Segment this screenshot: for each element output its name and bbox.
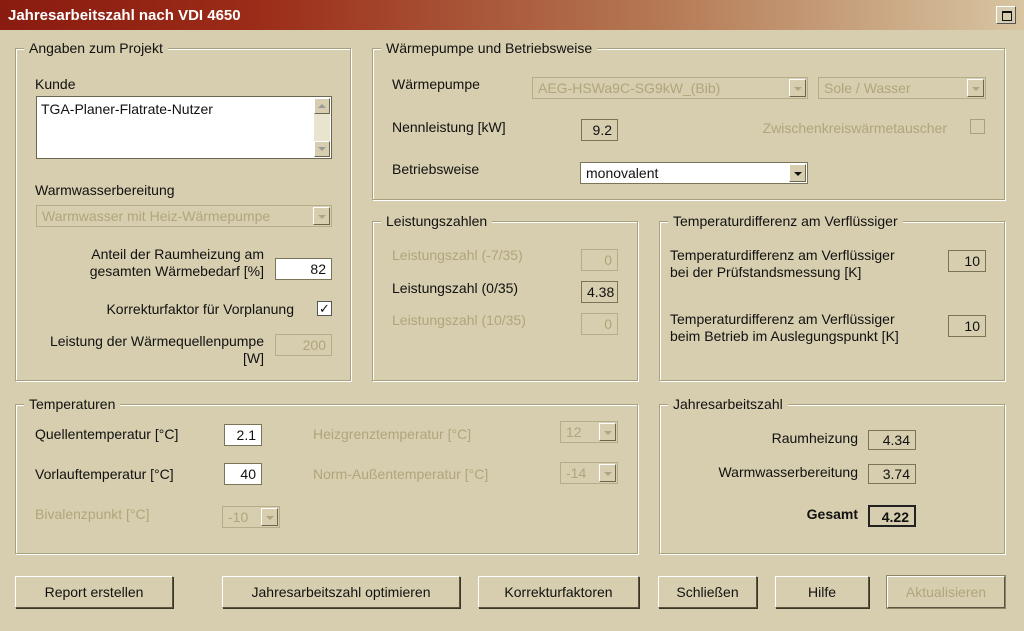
chevron-down-icon[interactable] (599, 423, 616, 441)
gesamt-value: 4.22 (868, 505, 916, 527)
group-waermepumpe: Wärmepumpe und Betriebsweise Wärmepumpe … (372, 39, 1005, 200)
anteil-label-2: gesamten Wärmebedarf [%] (89, 263, 264, 279)
schliessen-button[interactable]: Schließen (658, 576, 757, 608)
chevron-down-icon[interactable] (789, 79, 806, 97)
korrektur-checkbox[interactable]: ✓ (317, 301, 332, 316)
aktualisieren-button[interactable]: Aktualisieren (887, 576, 1005, 608)
tempdiff-betrieb-value: 10 (948, 315, 986, 337)
warmwasser-value: Warmwasser mit Heiz-Wärmepumpe (42, 208, 271, 224)
betriebsweise-label: Betriebsweise (392, 161, 480, 177)
chevron-down-icon[interactable] (599, 464, 616, 482)
leistungszahl-10-value: 0 (581, 313, 618, 335)
waermequelle-value: Sole / Wasser (824, 80, 911, 96)
leistungszahl-10-label: Leistungszahl (10/35) (392, 312, 526, 328)
group-temperaturen-legend: Temperaturen (24, 395, 121, 413)
group-tempdiff: Temperaturdifferenz am Verflüssiger Temp… (659, 212, 1005, 381)
waermepumpe-select[interactable]: AEG-HSWa9C-SG9kW_(Bib) (532, 77, 808, 99)
leistungszahl-0-value: 4.38 (581, 281, 618, 303)
pumpe-input[interactable]: 200 (275, 334, 332, 356)
group-projekt: Angaben zum Projekt Kunde TGA-Planer-Fla… (15, 39, 351, 381)
korrektur-label: Korrekturfaktor für Vorplanung (106, 301, 294, 317)
report-erstellen-button[interactable]: Report erstellen (15, 576, 173, 608)
korrekturfaktoren-button[interactable]: Korrekturfaktoren (478, 576, 639, 608)
jaz-optimieren-button[interactable]: Jahresarbeitszahl optimieren (222, 576, 460, 608)
waermequelle-select[interactable]: Sole / Wasser (818, 77, 986, 99)
raumheizung-value: 4.34 (868, 430, 916, 450)
group-waermepumpe-legend: Wärmepumpe und Betriebsweise (381, 39, 598, 57)
tempdiff-betrieb-label-1: Temperaturdifferenz am Verflüssiger (670, 311, 895, 327)
heizgrenztemperatur-value: 12 (566, 424, 582, 440)
anteil-input[interactable]: 82 (275, 258, 332, 280)
kunde-textarea[interactable]: TGA-Planer-Flatrate-Nutzer (36, 96, 332, 159)
group-jahresarbeitszahl: Jahresarbeitszahl Raumheizung 4.34 Warmw… (659, 395, 1005, 554)
group-temperaturen: Temperaturen Quellentemperatur [°C] 2.1 … (15, 395, 638, 554)
chevron-down-icon[interactable] (261, 508, 278, 526)
warmwasserbereitung-jaz-value: 3.74 (868, 464, 916, 484)
tempdiff-betrieb-label-2: beim Betrieb im Auslegungspunkt [K] (670, 328, 899, 344)
waermepumpe-value: AEG-HSWa9C-SG9kW_(Bib) (538, 80, 721, 96)
heizgrenztemperatur-label: Heizgrenztemperatur [°C] (313, 426, 472, 442)
normaussentemperatur-value: -14 (566, 465, 587, 481)
window-title: Jahresarbeitszahl nach VDI 4650 (8, 7, 241, 24)
normaussentemperatur-label: Norm-Außentemperatur [°C] (313, 466, 489, 482)
zwischenkreis-label: Zwischenkreiswärmetauscher (762, 120, 947, 136)
group-jahresarbeitszahl-legend: Jahresarbeitszahl (668, 395, 788, 413)
bivalenzpunkt-value: -10 (228, 509, 249, 525)
group-leistungszahlen: Leistungszahlen Leistungszahl (-7/35) 0 … (372, 212, 638, 381)
bivalenzpunkt-select[interactable]: -10 (222, 506, 280, 528)
nennleistung-label: Nennleistung [kW] (392, 119, 506, 135)
kunde-scrollbar[interactable] (314, 98, 330, 157)
warmwasser-label: Warmwasserbereitung (35, 182, 175, 198)
waermepumpe-label: Wärmepumpe (392, 76, 480, 92)
bivalenzpunkt-label: Bivalenzpunkt [°C] (35, 506, 150, 522)
anteil-label-1: Anteil der Raumheizung am (91, 246, 264, 262)
tempdiff-pruef-value: 10 (948, 250, 986, 272)
zwischenkreis-checkbox[interactable] (970, 119, 985, 134)
vorlauftemperatur-label: Vorlauftemperatur [°C] (35, 466, 174, 482)
tempdiff-pruef-label-1: Temperaturdifferenz am Verflüssiger (670, 247, 895, 263)
kunde-value: TGA-Planer-Flatrate-Nutzer (41, 101, 213, 117)
warmwasserbereitung-jaz-label: Warmwasserbereitung (718, 464, 858, 480)
normaussentemperatur-select[interactable]: -14 (560, 462, 618, 484)
leistungszahl-0-label: Leistungszahl (0/35) (392, 280, 519, 296)
scroll-up-icon[interactable] (314, 98, 330, 114)
betriebsweise-select[interactable]: monovalent (580, 162, 808, 184)
group-tempdiff-legend: Temperaturdifferenz am Verflüssiger (668, 212, 903, 230)
heizgrenztemperatur-select[interactable]: 12 (560, 421, 618, 443)
quelltemperatur-label: Quellentemperatur [°C] (35, 426, 179, 442)
nennleistung-value: 9.2 (581, 119, 618, 141)
pumpe-label-2: [W] (243, 350, 264, 366)
chevron-down-icon[interactable] (789, 164, 806, 182)
chevron-down-icon[interactable] (967, 79, 984, 97)
group-leistungszahlen-legend: Leistungszahlen (381, 212, 493, 230)
tempdiff-pruef-label-2: bei der Prüfstandsmessung [K] (670, 264, 862, 280)
kunde-label: Kunde (35, 76, 76, 92)
scroll-down-icon[interactable] (314, 141, 330, 157)
vorlauftemperatur-input[interactable]: 40 (224, 463, 262, 485)
leistungszahl-m7-label: Leistungszahl (-7/35) (392, 247, 523, 263)
raumheizung-label: Raumheizung (771, 430, 858, 446)
dialog-window: Jahresarbeitszahl nach VDI 4650 Angaben … (0, 0, 1024, 631)
title-bar: Jahresarbeitszahl nach VDI 4650 (0, 0, 1024, 30)
hilfe-button[interactable]: Hilfe (775, 576, 869, 608)
chevron-down-icon[interactable] (313, 207, 330, 225)
restore-window-icon[interactable] (996, 6, 1016, 24)
gesamt-label: Gesamt (806, 506, 858, 522)
pumpe-label-1: Leistung der Wärmequellenpumpe (49, 333, 264, 349)
warmwasser-select[interactable]: Warmwasser mit Heiz-Wärmepumpe (36, 205, 332, 227)
betriebsweise-value: monovalent (586, 165, 659, 181)
group-projekt-legend: Angaben zum Projekt (24, 39, 168, 57)
quelltemperatur-input[interactable]: 2.1 (224, 424, 262, 446)
leistungszahl-m7-value: 0 (581, 249, 618, 271)
